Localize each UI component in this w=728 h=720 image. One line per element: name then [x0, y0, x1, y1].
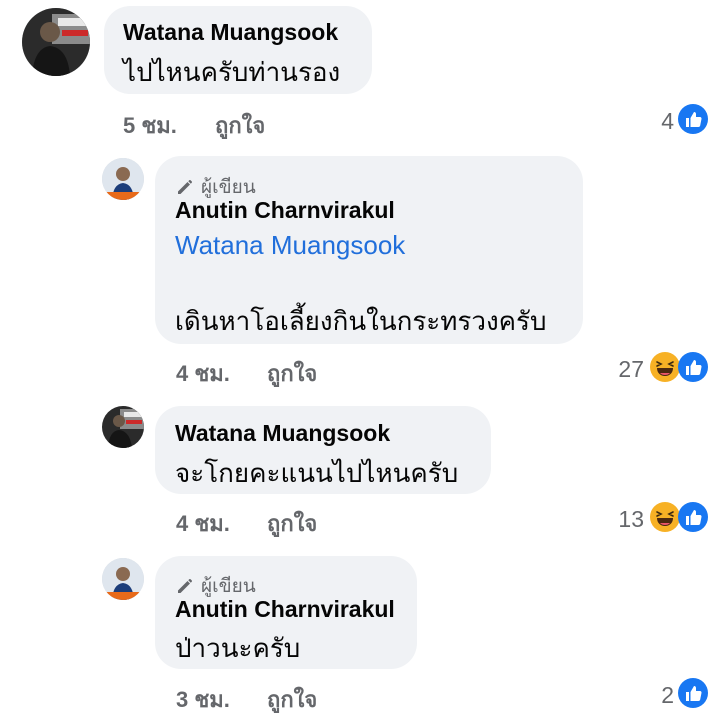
comment-timestamp[interactable]: 4 ชม. — [176, 356, 230, 391]
comment-4: ผู้เขียน Anutin Charnvirakul ป่าวนะครับ … — [0, 550, 728, 720]
avatar-watana[interactable] — [102, 406, 144, 448]
comment-author-name[interactable]: Anutin Charnvirakul — [175, 596, 395, 623]
like-link[interactable]: ถูกใจ — [267, 506, 317, 541]
haha-icon[interactable] — [650, 502, 680, 532]
pencil-icon — [178, 579, 192, 593]
reaction-count[interactable]: 2 — [614, 682, 674, 709]
reaction-count[interactable]: 4 — [614, 108, 674, 135]
like-icon[interactable] — [678, 678, 708, 708]
pencil-icon — [178, 180, 192, 194]
comment-text: จะโกยคะแนนไปไหนครับ — [175, 458, 459, 488]
like-link[interactable]: ถูกใจ — [267, 356, 317, 391]
comment-author-name[interactable]: Watana Muangsook — [175, 420, 390, 447]
avatar-anutin[interactable] — [102, 158, 144, 200]
comment-text: เดินหาโอเลี้ยงกินในกระทรวงครับ — [175, 306, 547, 336]
comment-timestamp[interactable]: 4 ชม. — [176, 506, 230, 541]
comment-author-name[interactable]: Anutin Charnvirakul — [175, 197, 395, 224]
comment-3: Watana Muangsook จะโกยคะแนนไปไหนครับ 4 ช… — [0, 400, 728, 550]
like-link[interactable]: ถูกใจ — [215, 108, 265, 143]
like-icon[interactable] — [678, 502, 708, 532]
comment-timestamp[interactable]: 3 ชม. — [176, 682, 230, 717]
haha-icon[interactable] — [650, 352, 680, 382]
comment-text: ไปไหนครับท่านรอง — [123, 57, 341, 87]
avatar-anutin[interactable] — [102, 558, 144, 600]
like-icon[interactable] — [678, 352, 708, 382]
comment-text: ป่าวนะครับ — [175, 633, 301, 663]
avatar-watana[interactable] — [22, 8, 90, 76]
mention-link[interactable]: Watana Muangsook — [175, 230, 405, 261]
comment-1: Watana Muangsook ไปไหนครับท่านรอง 5 ชม. … — [0, 0, 728, 140]
reaction-count[interactable]: 13 — [584, 506, 644, 533]
comment-2: ผู้เขียน Anutin Charnvirakul Watana Muan… — [0, 150, 728, 400]
like-link[interactable]: ถูกใจ — [267, 682, 317, 717]
like-icon[interactable] — [678, 104, 708, 134]
comment-timestamp[interactable]: 5 ชม. — [123, 108, 177, 143]
comment-author-name[interactable]: Watana Muangsook — [123, 19, 338, 46]
reaction-count[interactable]: 27 — [584, 356, 644, 383]
